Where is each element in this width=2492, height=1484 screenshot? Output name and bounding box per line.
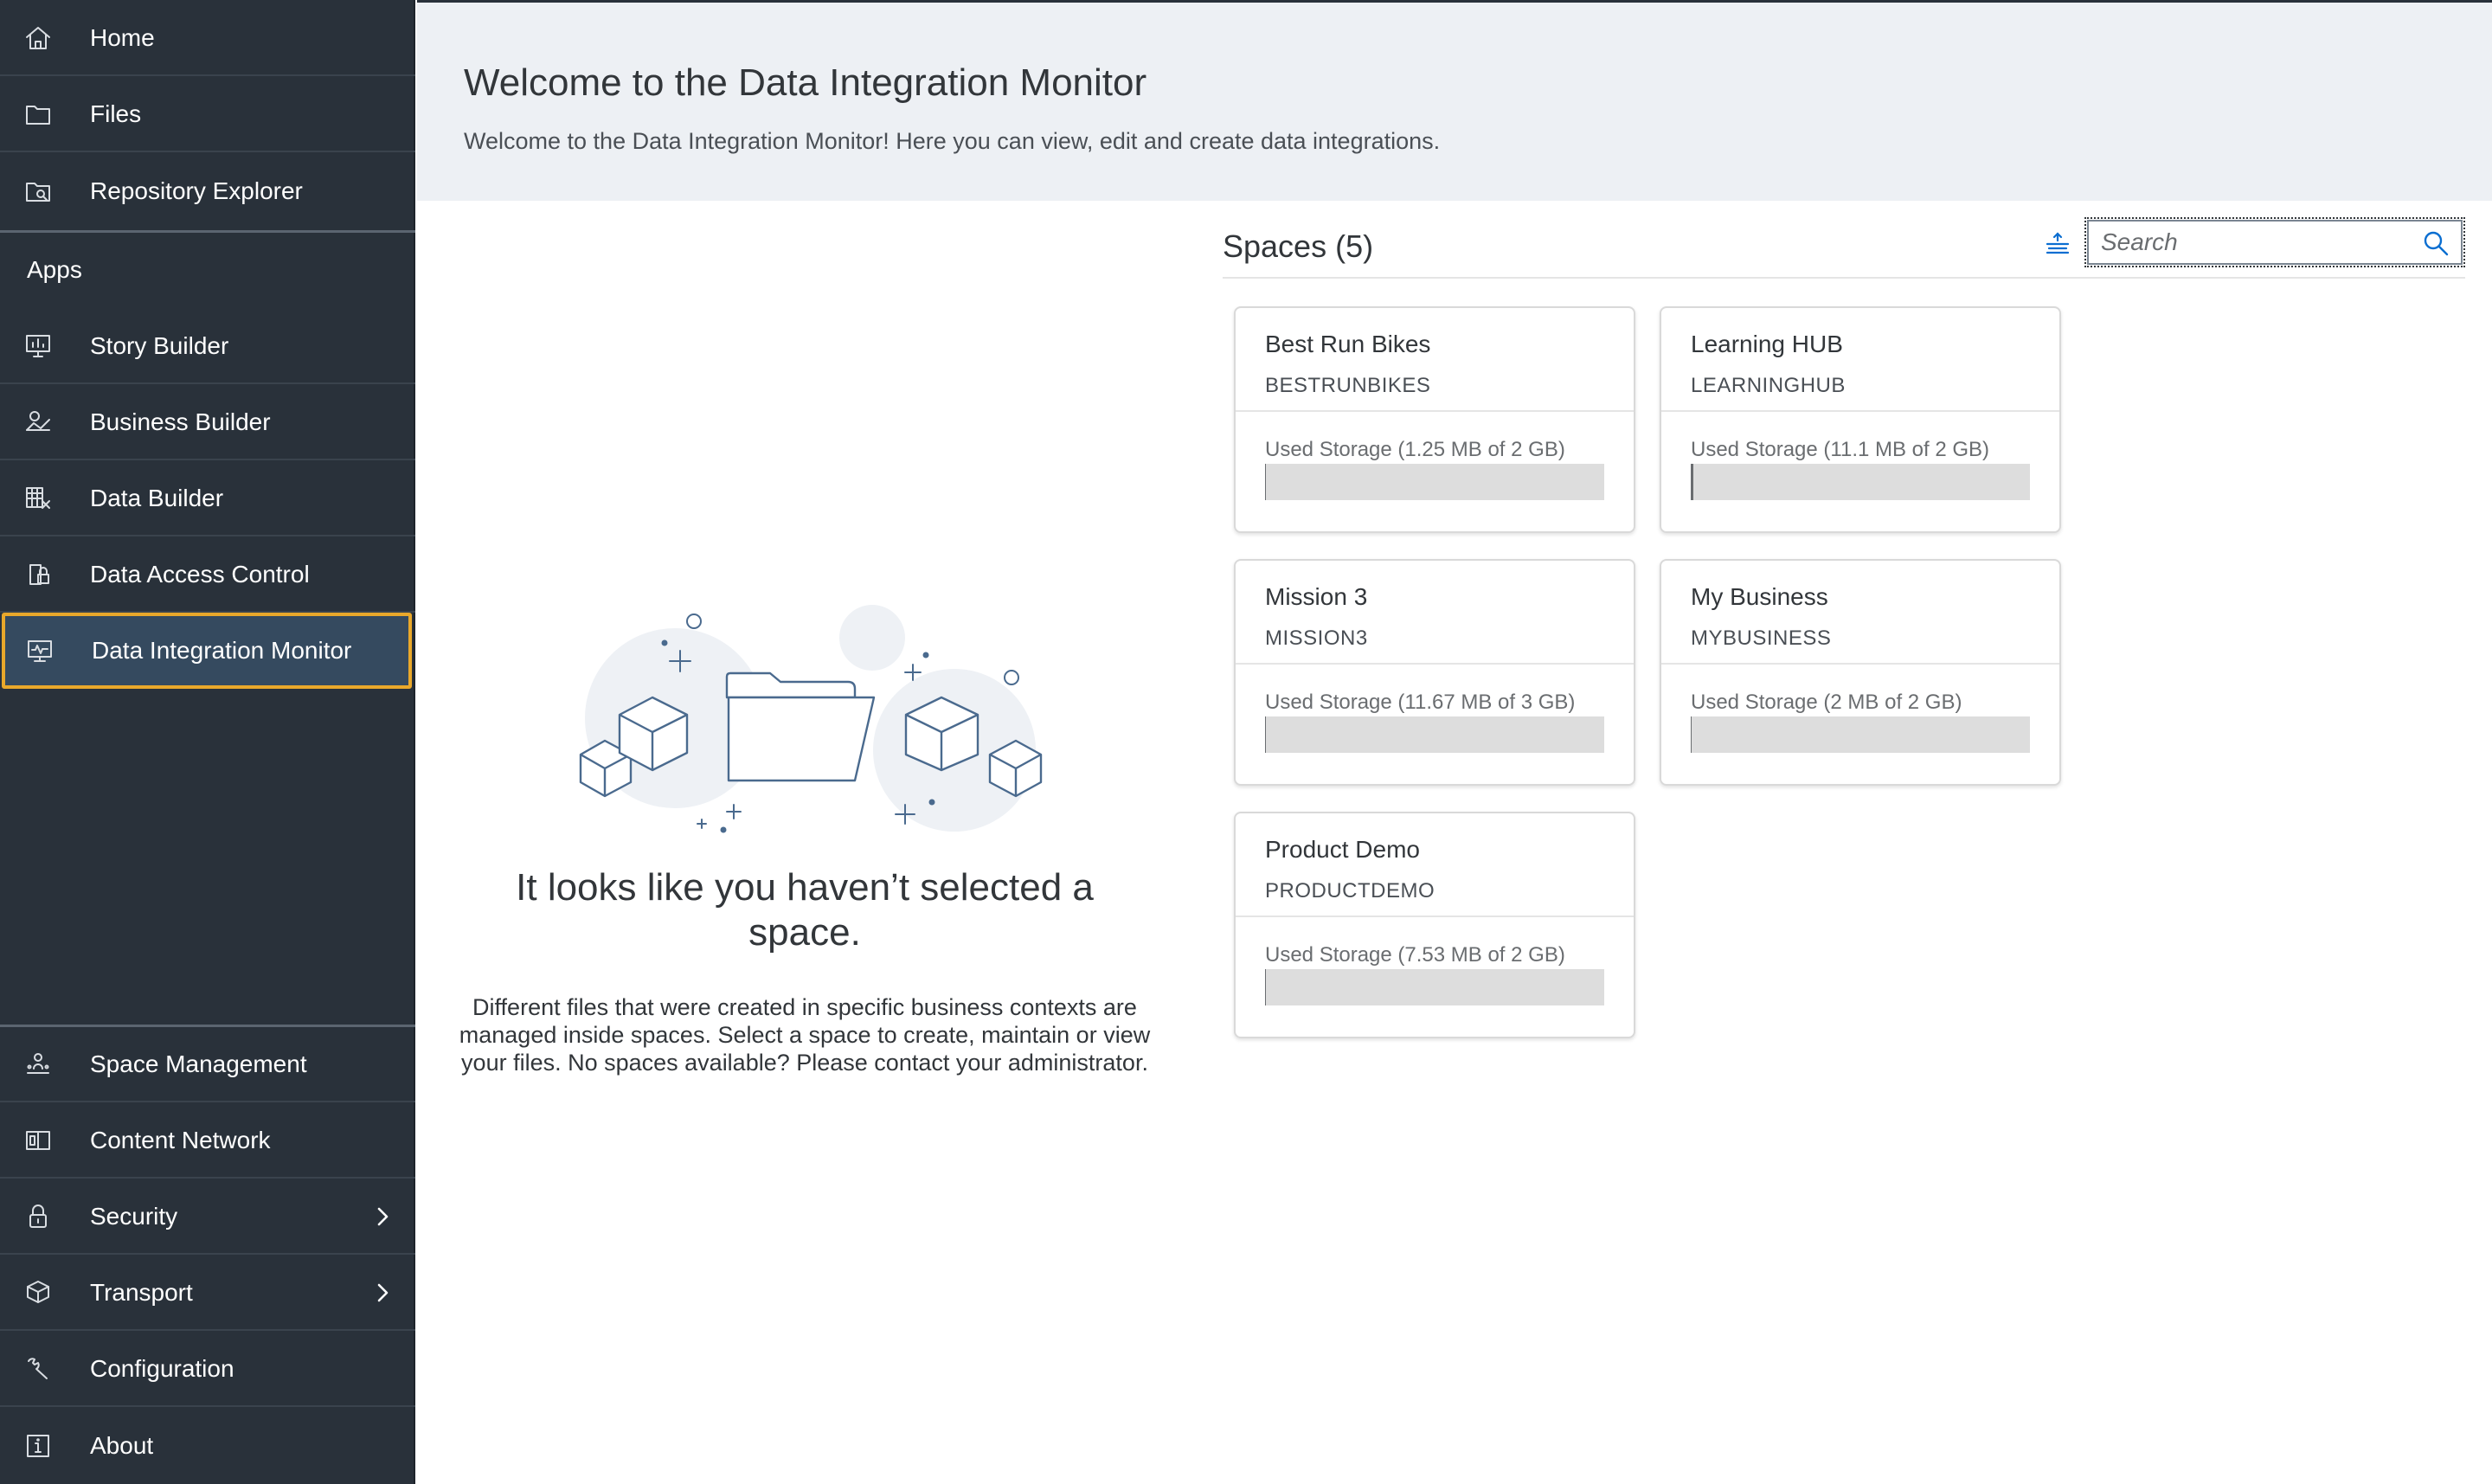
home-icon — [22, 22, 54, 54]
nav-item-transport[interactable]: Transport — [0, 1256, 415, 1331]
data-builder-icon — [22, 483, 54, 514]
transport-icon — [22, 1277, 54, 1308]
wrench-icon — [22, 1353, 54, 1384]
storage-progress-fill — [1265, 969, 1267, 1005]
space-card[interactable]: Mission 3 MISSION3 Used Storage (11.67 M… — [1234, 559, 1635, 786]
info-icon — [22, 1430, 54, 1462]
folder-icon — [22, 99, 54, 130]
space-name: Product Demo — [1265, 836, 1420, 863]
nav-item-label: Transport — [90, 1279, 193, 1306]
empty-state-description: Different files that were created in spe… — [459, 994, 1151, 1076]
nav-item-label: Configuration — [90, 1355, 234, 1382]
side-navigation: Home Files Repository Explorer Apps Stor… — [0, 0, 415, 1484]
search-icon[interactable] — [2421, 228, 2450, 258]
nav-item-content-network[interactable]: Content Network — [0, 1104, 415, 1179]
nav-item-label: Home — [90, 24, 155, 51]
used-storage-label: Used Storage (2 MB of 2 GB) — [1691, 691, 1962, 714]
nav-item-story-builder[interactable]: Story Builder — [0, 310, 415, 384]
space-name: Learning HUB — [1691, 331, 1843, 357]
nav-item-business-builder[interactable]: Business Builder — [0, 386, 415, 460]
card-divider — [1236, 410, 1634, 412]
storage-progress-bar — [1265, 464, 1604, 500]
card-divider — [1661, 663, 2059, 665]
search-input[interactable] — [2089, 223, 2400, 261]
storage-progress-fill — [1691, 464, 1693, 500]
storage-progress-bar — [1691, 716, 2030, 753]
sort-button[interactable] — [2042, 228, 2073, 260]
card-divider — [1661, 410, 2059, 412]
nav-item-label: Security — [90, 1203, 178, 1230]
spaces-divider — [1223, 277, 2465, 279]
space-card[interactable]: Product Demo PRODUCTDEMO Used Storage (7… — [1234, 812, 1635, 1038]
space-name: Mission 3 — [1265, 583, 1368, 610]
used-storage-label: Used Storage (1.25 MB of 2 GB) — [1265, 438, 1565, 461]
storage-progress-bar — [1691, 464, 2030, 500]
nav-item-label: Story Builder — [90, 332, 229, 359]
nav-item-data-access-control[interactable]: Data Access Control — [0, 538, 415, 613]
space-card[interactable]: My Business MYBUSINESS Used Storage (2 M… — [1660, 559, 2061, 786]
space-card[interactable]: Best Run Bikes BESTRUNBIKES Used Storage… — [1234, 306, 1635, 533]
spaces-title: Spaces (5) — [1223, 228, 1374, 264]
used-storage-label: Used Storage (11.67 MB of 3 GB) — [1265, 691, 1576, 714]
search-field[interactable] — [2084, 217, 2465, 267]
content-network-icon — [22, 1125, 54, 1156]
nav-item-configuration[interactable]: Configuration — [0, 1333, 415, 1407]
nav-item-label: About — [90, 1432, 154, 1459]
empty-state-title: It looks like you haven’t selected a spa… — [516, 866, 1094, 954]
nav-item-label: Space Management — [90, 1050, 307, 1077]
storage-progress-bar — [1265, 969, 1604, 1005]
nav-item-about[interactable]: About — [0, 1409, 415, 1483]
card-divider — [1236, 663, 1634, 665]
space-name: Best Run Bikes — [1265, 331, 1431, 357]
business-icon — [22, 407, 54, 438]
sort-icon — [2042, 232, 2073, 263]
lock-icon — [22, 1201, 54, 1232]
nav-item-label: Repository Explorer — [90, 177, 303, 204]
space-management-icon — [22, 1049, 54, 1080]
nav-item-label: Files — [90, 100, 142, 127]
used-storage-label: Used Storage (7.53 MB of 2 GB) — [1265, 943, 1565, 967]
nav-item-security[interactable]: Security — [0, 1180, 415, 1255]
nav-item-data-builder[interactable]: Data Builder — [0, 462, 415, 536]
storage-progress-fill — [1265, 716, 1267, 753]
nav-item-home[interactable]: Home — [0, 2, 415, 76]
section-divider — [0, 230, 415, 233]
nav-item-data-integration-monitor[interactable]: Data Integration Monitor — [2, 613, 412, 689]
nav-item-files[interactable]: Files — [0, 78, 415, 152]
repository-icon — [22, 176, 54, 207]
empty-state-illustration — [554, 597, 1056, 848]
page-title: Welcome to the Data Integration Monitor — [464, 61, 1147, 104]
space-card[interactable]: Learning HUB LEARNINGHUB Used Storage (1… — [1660, 306, 2061, 533]
story-icon — [22, 331, 54, 362]
space-id: LEARNINGHUB — [1691, 374, 1846, 397]
monitor-icon — [24, 635, 55, 666]
access-control-icon — [22, 559, 54, 590]
page-subtitle: Welcome to the Data Integration Monitor!… — [464, 128, 1441, 154]
used-storage-label: Used Storage (11.1 MB of 2 GB) — [1691, 438, 1990, 461]
nav-item-repository-explorer[interactable]: Repository Explorer — [0, 154, 415, 228]
nav-item-label: Data Access Control — [90, 561, 310, 588]
storage-progress-bar — [1265, 716, 1604, 753]
apps-section-header: Apps — [27, 256, 82, 283]
nav-item-label: Business Builder — [90, 408, 271, 435]
space-id: BESTRUNBIKES — [1265, 374, 1431, 397]
nav-item-label: Data Integration Monitor — [92, 637, 352, 664]
space-id: PRODUCTDEMO — [1265, 879, 1435, 903]
chevron-right-icon[interactable] — [370, 1205, 395, 1229]
chevron-right-icon[interactable] — [370, 1281, 395, 1305]
nav-item-label: Data Builder — [90, 485, 224, 511]
page-header: Welcome to the Data Integration Monitor … — [417, 0, 2492, 201]
section-divider — [0, 1025, 415, 1027]
nav-item-space-management[interactable]: Space Management — [0, 1028, 415, 1102]
card-divider — [1236, 915, 1634, 917]
space-id: MYBUSINESS — [1691, 626, 1832, 650]
space-name: My Business — [1691, 583, 1828, 610]
nav-item-label: Content Network — [90, 1127, 271, 1153]
space-id: MISSION3 — [1265, 626, 1368, 650]
